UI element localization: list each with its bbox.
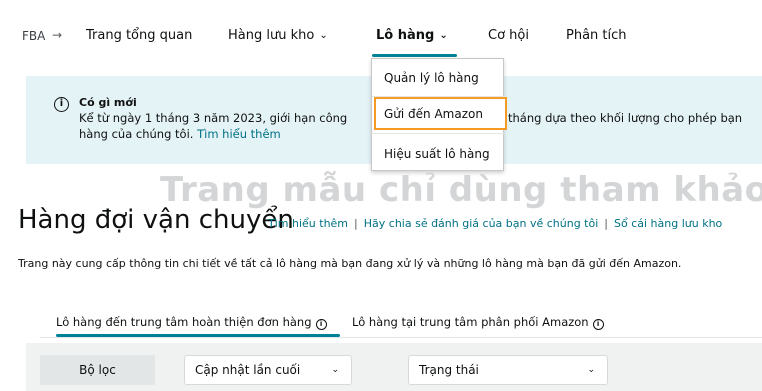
info-icon: i [315, 319, 327, 330]
nav-item-analytics[interactable]: Phân tích [566, 28, 627, 43]
menu-item-shipment-performance[interactable]: Hiệu suất lô hàng [372, 139, 505, 169]
active-nav-underline [372, 54, 457, 57]
tabs-divider [40, 337, 762, 338]
menu-divider [372, 133, 505, 134]
top-navigation: FBA → Trang tổng quan Hàng lưu kho ⌄ Lô h… [0, 0, 762, 64]
chevron-down-icon: ⌄ [319, 30, 328, 41]
banner-text-line1-tail: tháng dựa theo khối lượng cho phép bạn [508, 111, 743, 125]
page-title: Hàng đợi vận chuyển [18, 205, 294, 235]
status-label: Trạng thái [419, 363, 479, 377]
last-updated-select[interactable]: Cập nhật lần cuối ⌄ [184, 355, 352, 385]
filter-button[interactable]: Bộ lọc [40, 355, 155, 385]
menu-item-send-to-amazon[interactable]: Gửi đến Amazon [372, 99, 505, 129]
info-icon: i [54, 97, 69, 112]
tab-fulfillment-center-shipments[interactable]: Lô hàng đến trung tâm hoàn thiện đơn hàn… [56, 315, 327, 330]
chevron-down-icon: ⌄ [331, 365, 339, 375]
nav-item-dashboard[interactable]: Trang tổng quan [86, 28, 192, 43]
breadcrumb-fba[interactable]: FBA [22, 29, 45, 43]
nav-item-inventory-label: Hàng lưu kho [228, 28, 315, 43]
tab-distribution-center-shipments[interactable]: Lô hàng tại trung tâm phân phối Amazon i [352, 315, 604, 330]
banner-learn-more-link[interactable]: Tìm hiểu thêm [197, 127, 281, 141]
nav-item-opportunities[interactable]: Cơ hội [488, 28, 529, 43]
chevron-down-icon: ⌄ [587, 365, 595, 375]
shipments-dropdown-menu: Quản lý lô hàng Gửi đến Amazon Hiệu suất… [371, 58, 507, 171]
nav-item-shipments[interactable]: Lô hàng ⌄ [376, 28, 448, 43]
nav-item-shipments-label: Lô hàng [376, 28, 435, 43]
feedback-link[interactable]: Hãy chia sẻ đánh giá của bạn về chúng tô… [364, 217, 599, 230]
page-header-links: Tìm hiểu thêm | Hãy chia sẻ đánh giá của b… [268, 217, 722, 230]
learn-more-link[interactable]: Tìm hiểu thêm [268, 217, 348, 230]
status-select[interactable]: Trạng thái ⌄ [408, 355, 608, 385]
banner-text-line2: hàng của chúng tôi. Tìm hiểu thêm [79, 126, 281, 142]
menu-item-manage-shipments[interactable]: Quản lý lô hàng [372, 63, 505, 93]
banner-text-line2-text: hàng của chúng tôi. [79, 127, 194, 141]
tab-label: Lô hàng đến trung tâm hoàn thiện đơn hàn… [56, 315, 312, 329]
nav-item-inventory[interactable]: Hàng lưu kho ⌄ [228, 28, 328, 43]
banner-text-line1: Kể từ ngày 1 tháng 3 năm 2023, giới hạn … [79, 111, 348, 125]
link-separator: | [604, 217, 608, 230]
link-separator: | [354, 217, 358, 230]
chevron-down-icon: ⌄ [439, 30, 448, 41]
info-icon: i [592, 319, 604, 330]
last-updated-label: Cập nhật lần cuối [195, 363, 301, 377]
page-description: Trang này cung cấp thông tin chi tiết về… [18, 257, 682, 270]
tab-label: Lô hàng tại trung tâm phân phối Amazon [352, 315, 589, 329]
reference-watermark: Trang mẫu chỉ dùng tham khảo [160, 170, 762, 210]
inventory-ledger-link[interactable]: Sổ cái hàng lưu kho [614, 217, 722, 230]
breadcrumb-arrow-icon: → [52, 28, 63, 42]
banner-title: Có gì mới [79, 96, 137, 109]
